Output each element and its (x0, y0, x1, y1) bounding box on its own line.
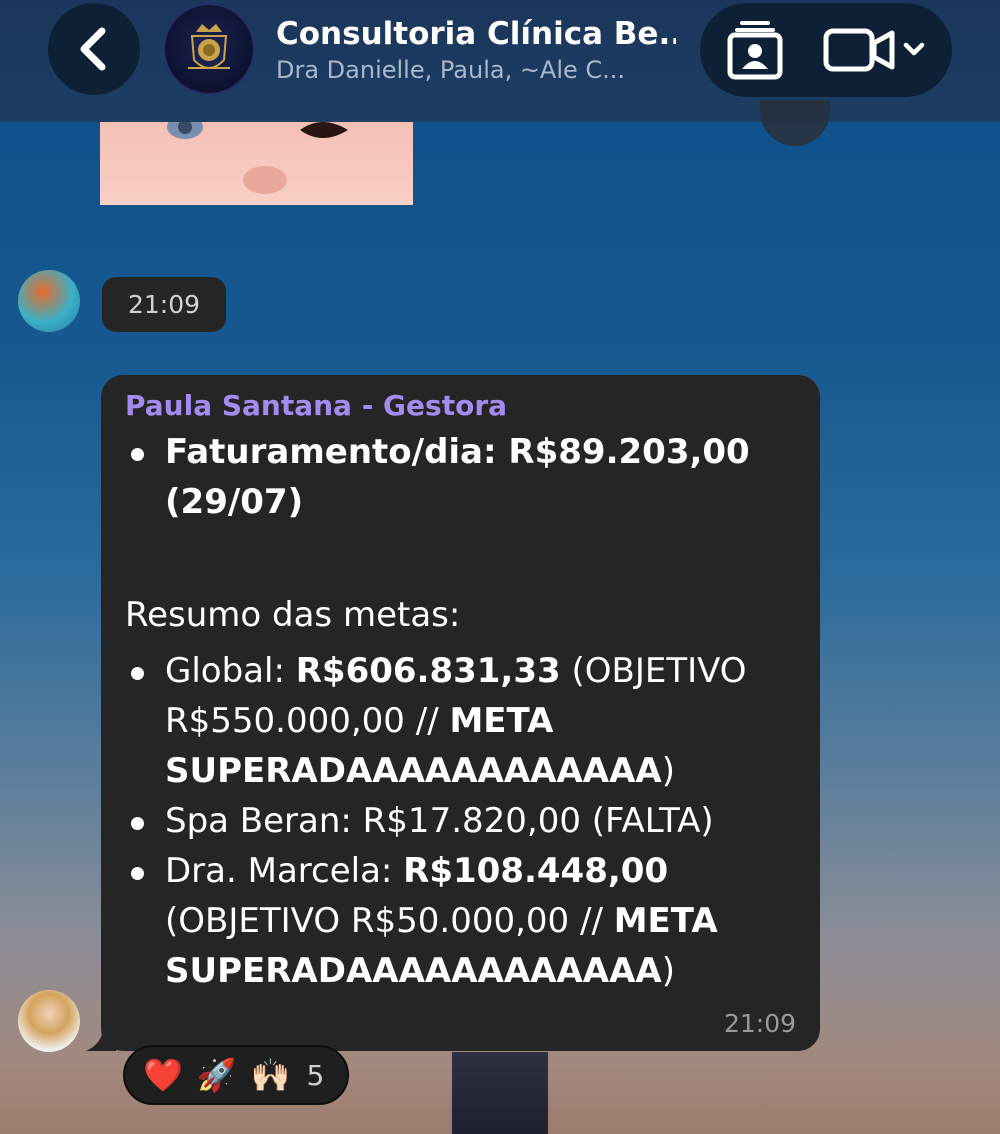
background-tower (452, 1052, 548, 1134)
group-avatar[interactable] (163, 3, 255, 95)
video-call-button[interactable] (820, 21, 930, 81)
message-timestamp: 21:09 (723, 1009, 796, 1038)
marcela-label: Dra. Marcela: (165, 851, 404, 891)
goals-heading: Resumo das metas: (125, 595, 461, 635)
call-actions (700, 3, 952, 97)
revenue-date: (29/07) (165, 482, 304, 522)
sender-name[interactable]: Paula Santana - Gestora (125, 389, 507, 422)
marcela-value: R$108.448,00 (403, 851, 669, 891)
global-close: ) (661, 751, 675, 791)
global-value: R$606.831,33 (295, 651, 561, 691)
global-label: Global: (165, 651, 296, 691)
chat-participants[interactable]: Dra Danielle, Paula, ~Ale C... (276, 56, 676, 84)
raised-hands-reaction-icon: 🙌🏻 (250, 1056, 291, 1094)
contact-card-icon (727, 21, 783, 80)
video-camera-icon (823, 28, 925, 72)
marcela-superada: SUPERADAAAAAAAAAAAA (165, 951, 662, 991)
bullet-dot (131, 867, 144, 880)
chevron-left-icon (80, 27, 106, 71)
global-line: Global: R$606.831,33 (OBJETIVO (165, 651, 747, 691)
marcela-target: (OBJETIVO R$50.000,00 // (165, 901, 614, 941)
reaction-count: 5 (306, 1058, 325, 1092)
global-target: R$550.000,00 // (165, 701, 450, 741)
marcela-line-2: (OBJETIVO R$50.000,00 // META (165, 901, 718, 941)
scroll-button[interactable] (760, 100, 830, 146)
bullet-dot (131, 448, 144, 461)
contact-card-button[interactable] (722, 17, 788, 83)
bullet-dot (131, 817, 144, 830)
global-rest: (OBJETIVO (560, 651, 747, 691)
marcela-close: ) (661, 951, 675, 991)
heart-reaction-icon: ❤️ (143, 1056, 183, 1094)
avatar[interactable] (18, 990, 80, 1052)
photo-content (167, 122, 348, 194)
marcela-meta: META (613, 901, 718, 941)
chat-header: Consultoria Clínica Be... Dra Danielle, … (0, 0, 1000, 122)
shared-photo[interactable] (100, 122, 413, 205)
reactions-pill[interactable]: ❤️ 🚀 🙌🏻 5 (123, 1045, 349, 1105)
message-time-chip: 21:09 (102, 277, 226, 332)
back-button[interactable] (48, 3, 140, 95)
marcela-line-3: SUPERADAAAAAAAAAAAA) (165, 951, 675, 991)
avatar[interactable] (18, 270, 80, 332)
global-meta: META (449, 701, 554, 741)
rocket-reaction-icon: 🚀 (196, 1056, 237, 1094)
message-bubble[interactable]: Paula Santana - Gestora Faturamento/dia:… (101, 375, 820, 1051)
marcela-line: Dra. Marcela: R$108.448,00 (165, 851, 668, 891)
bullet-dot (131, 667, 144, 680)
lion-crest-icon (188, 24, 230, 69)
global-line-2: R$550.000,00 // META (165, 701, 553, 741)
chat-title[interactable]: Consultoria Clínica Be... (276, 16, 676, 52)
revenue-line: Faturamento/dia: R$89.203,00 (165, 432, 750, 472)
spa-line: Spa Beran: R$17.820,00 (FALTA) (165, 801, 714, 841)
global-superada: SUPERADAAAAAAAAAAAA (165, 751, 662, 791)
global-line-3: SUPERADAAAAAAAAAAAA) (165, 751, 675, 791)
